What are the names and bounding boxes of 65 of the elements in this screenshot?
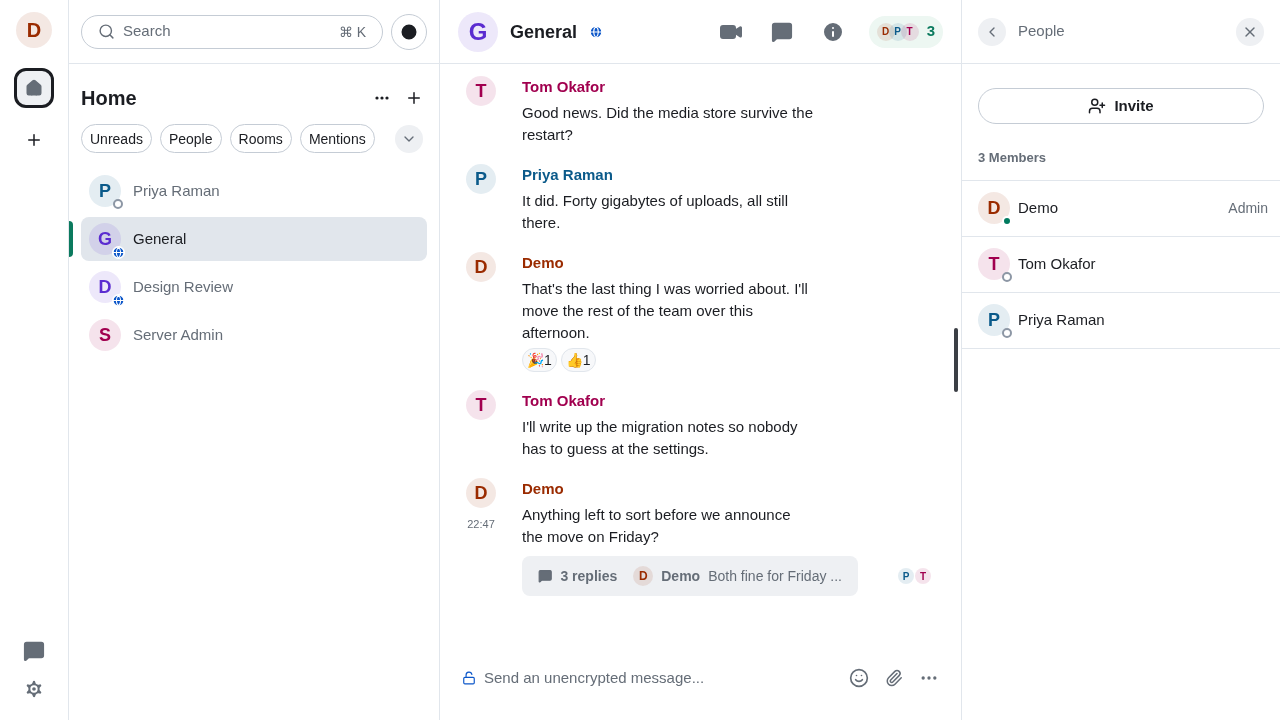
more-icon [375, 96, 389, 100]
avatar: D [89, 271, 121, 303]
room-item[interactable]: G General [81, 217, 427, 261]
avatar: D [633, 566, 654, 586]
avatar: T [466, 76, 496, 106]
avatar: T [466, 390, 496, 420]
thread-summary[interactable]: 3 replies D Demo Both fine for Friday ... [522, 556, 858, 596]
member-row[interactable]: P Priya Raman [962, 292, 1280, 349]
sender-name: Demo [522, 479, 565, 499]
room-avatar: G [458, 11, 498, 52]
unencrypted-icon [462, 671, 476, 685]
sender-name: Tom Okafor [522, 77, 607, 97]
search-icon [98, 23, 115, 40]
add-person-icon [1088, 97, 1107, 115]
avatar: P [978, 304, 1010, 336]
home-title: Home [81, 86, 138, 111]
plus-icon [405, 89, 423, 107]
member-count: 3 Members [962, 124, 1280, 181]
sender-name: Demo [522, 253, 565, 273]
sender-name: Tom Okafor [522, 391, 607, 411]
avatar: D [466, 252, 496, 282]
read-receipt: P [898, 568, 914, 584]
message-time: 22:47 [467, 517, 495, 532]
avatar: P [466, 164, 496, 194]
home-icon [25, 79, 43, 97]
room-item[interactable]: S Server Admin [81, 313, 427, 357]
message-text: I'll write up the migration notes so nobody has to guess at the settings. [522, 417, 799, 459]
room-item[interactable]: D Design Review [81, 265, 427, 309]
reaction-button[interactable]: 🎉1 [522, 348, 557, 372]
avatar: S [89, 319, 121, 351]
plus-icon [25, 131, 43, 149]
scrollbar[interactable] [954, 328, 958, 392]
globe-icon [112, 246, 125, 259]
avatar: D [466, 478, 496, 508]
room-title: General [510, 20, 578, 44]
member-row[interactable]: T Tom Okafor [962, 236, 1280, 293]
shortcut-hint: ⌘ K [338, 22, 366, 42]
emoji-icon[interactable] [849, 668, 869, 688]
message-text: Anything left to sort before we announce the move on Friday? [522, 505, 792, 547]
avatar: D [978, 192, 1010, 224]
read-receipt: T [915, 568, 931, 584]
settings-icon[interactable] [23, 678, 45, 700]
avatar: T [978, 248, 1010, 280]
avatar: T [900, 22, 919, 41]
search-placeholder: Search [123, 21, 172, 42]
message-text: Good news. Did the media store survive the restart? [522, 103, 814, 145]
user-avatar: D [16, 12, 52, 48]
member-row[interactable]: D Demo Admin [962, 180, 1280, 237]
message-input[interactable]: Send an unencrypted message... [484, 666, 841, 690]
reaction-button[interactable]: 👍1 [560, 348, 596, 372]
threads-icon[interactable] [770, 20, 793, 43]
sender-name: Priya Raman [522, 165, 614, 185]
globe-icon [112, 294, 125, 307]
globe-icon [589, 24, 604, 39]
attachment-icon[interactable] [885, 669, 903, 687]
member-list-button[interactable]: D P T 3 [868, 15, 943, 48]
avatar: P [89, 175, 121, 207]
avatar: G [89, 223, 121, 255]
message-text: That's the last thing I was worried about. I'll move the rest of the team over this afternoon. [522, 279, 809, 343]
message-text: It did. Forty gigabytes of uploads, all still there. [522, 191, 789, 233]
add-room-button[interactable] [405, 89, 423, 107]
panel-title: People [1018, 21, 1066, 42]
room-item[interactable]: P Priya Raman [81, 169, 427, 213]
threads-icon[interactable] [23, 640, 45, 662]
home-button[interactable] [14, 68, 54, 108]
